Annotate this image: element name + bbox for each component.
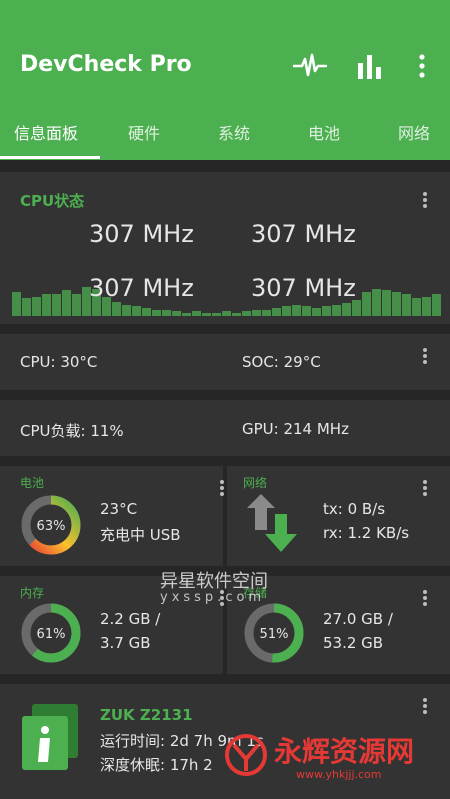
device-model: ZUK Z2131 — [100, 706, 193, 724]
core-frequency: 307 MHz — [89, 220, 194, 248]
network-tx: tx: 0 B/s — [323, 500, 386, 518]
memory-used: 2.2 GB / — [100, 610, 161, 628]
cpu-history-bar — [122, 305, 131, 316]
cpu-history-bar — [352, 300, 361, 316]
cpu-history-bar — [342, 303, 351, 316]
app-title: DevCheck Pro — [20, 52, 192, 77]
cpu-history-bar — [332, 305, 341, 316]
cpu-history-bar — [392, 292, 401, 316]
battery-temperature: 23°C — [100, 500, 138, 518]
cpu-temperature: CPU: 30°C — [20, 353, 98, 371]
cpu-history-bar — [202, 313, 211, 316]
cpu-history-bar — [372, 289, 381, 316]
device-menu-icon[interactable] — [417, 696, 433, 716]
network-menu-icon[interactable] — [417, 478, 433, 498]
battery-status: 充电中 USB — [100, 526, 181, 544]
cpu-load: CPU负载: 11% — [20, 422, 124, 440]
cpu-history-bar — [112, 302, 121, 316]
network-traffic-icon — [247, 494, 297, 552]
cpu-history-bar — [142, 308, 151, 316]
soc-temperature: SOC: 29°C — [242, 353, 321, 371]
pulse-icon[interactable] — [292, 46, 328, 86]
cpu-history-bar — [412, 298, 421, 316]
cpu-history-bar — [22, 298, 31, 316]
cpu-history-bar — [252, 310, 261, 316]
cpu-history-bar — [272, 308, 281, 316]
tab-network[interactable]: 网络 — [398, 120, 430, 144]
cpu-card-menu-icon[interactable] — [417, 190, 433, 210]
tab-battery[interactable]: 电池 — [308, 120, 340, 144]
core-frequency: 307 MHz — [251, 220, 356, 248]
cpu-history-bar — [162, 310, 171, 316]
cpu-history-bar — [292, 305, 301, 316]
watermark-site-url: yxssp.com — [160, 590, 266, 605]
tab-hardware[interactable]: 硬件 — [128, 120, 160, 144]
cpu-frequency-history — [12, 284, 442, 316]
storage-percent: 51% — [260, 627, 289, 642]
tab-bar: 信息面板 硬件 系统 电池 网络 — [0, 108, 450, 160]
watermark-brand-url: www.yhkjjj.com — [296, 768, 382, 781]
battery-percent: 63% — [37, 519, 66, 534]
bar-chart-icon[interactable] — [354, 46, 386, 86]
battery-card[interactable]: 电池 63% 23°C 充电中 USB — [0, 466, 224, 566]
cpu-history-bar — [402, 294, 411, 316]
core-frequency: 307 MHz — [251, 274, 356, 302]
network-rx: rx: 1.2 KB/s — [323, 524, 410, 542]
cpu-history-bar — [152, 310, 161, 316]
app-bar: DevCheck Pro 信息面板 硬件 系统 电池 网络 — [0, 0, 450, 160]
cpu-history-bar — [212, 313, 221, 316]
battery-gauge: 63% — [21, 495, 81, 555]
device-info-icon — [22, 704, 78, 770]
temperature-card[interactable]: CPU: 30°C SOC: 29°C — [0, 334, 450, 390]
cpu-history-bar — [382, 290, 391, 316]
cpu-history-bar — [172, 311, 181, 316]
cpu-history-bar — [432, 294, 441, 316]
cpu-history-bar — [262, 310, 271, 316]
cpu-history-bar — [132, 306, 141, 316]
storage-total: 53.2 GB — [323, 634, 384, 652]
storage-gauge: 51% — [244, 603, 304, 663]
memory-title: 内存 — [20, 586, 45, 600]
cpu-history-bar — [72, 294, 81, 316]
cpu-history-bar — [422, 297, 431, 316]
cpu-history-bar — [362, 292, 371, 316]
cpu-history-bar — [302, 306, 311, 316]
cpu-status-title: CPU状态 — [20, 192, 85, 210]
memory-total: 3.7 GB — [100, 634, 151, 652]
active-tab-indicator — [0, 156, 100, 159]
tab-dashboard[interactable]: 信息面板 — [14, 120, 78, 144]
load-card[interactable]: CPU负载: 11% GPU: 214 MHz — [0, 400, 450, 456]
tab-system[interactable]: 系统 — [218, 120, 250, 144]
cpu-history-bar — [182, 313, 191, 316]
cpu-history-bar — [232, 313, 241, 316]
cpu-history-bar — [242, 311, 251, 316]
core-frequency: 307 MHz — [89, 274, 194, 302]
cpu-history-bar — [32, 297, 41, 316]
device-deep-sleep: 深度休眠: 17h 2 — [100, 756, 213, 774]
watermark-brand: 永辉资源网 — [274, 735, 415, 768]
network-title: 网络 — [243, 476, 268, 490]
cpu-history-bar — [322, 306, 331, 316]
cpu-history-bar — [62, 290, 71, 316]
cpu-history-bar — [192, 311, 201, 316]
storage-menu-icon[interactable] — [417, 588, 433, 608]
network-card[interactable]: 网络 tx: 0 B/s rx: 1.2 KB/s — [227, 466, 450, 566]
brand-logo-icon — [225, 734, 267, 776]
memory-percent: 61% — [37, 627, 66, 642]
cpu-history-bar — [12, 292, 21, 316]
gpu-frequency: GPU: 214 MHz — [242, 420, 349, 438]
cpu-history-bar — [52, 294, 61, 316]
more-vert-icon[interactable] — [412, 46, 432, 86]
cpu-history-bar — [222, 311, 231, 316]
cpu-history-bar — [42, 294, 51, 316]
memory-gauge: 61% — [21, 603, 81, 663]
cpu-history-bar — [312, 308, 321, 316]
storage-used: 27.0 GB / — [323, 610, 393, 628]
cpu-history-bar — [282, 306, 291, 316]
battery-title: 电池 — [20, 476, 45, 490]
temperature-menu-icon[interactable] — [417, 346, 433, 366]
